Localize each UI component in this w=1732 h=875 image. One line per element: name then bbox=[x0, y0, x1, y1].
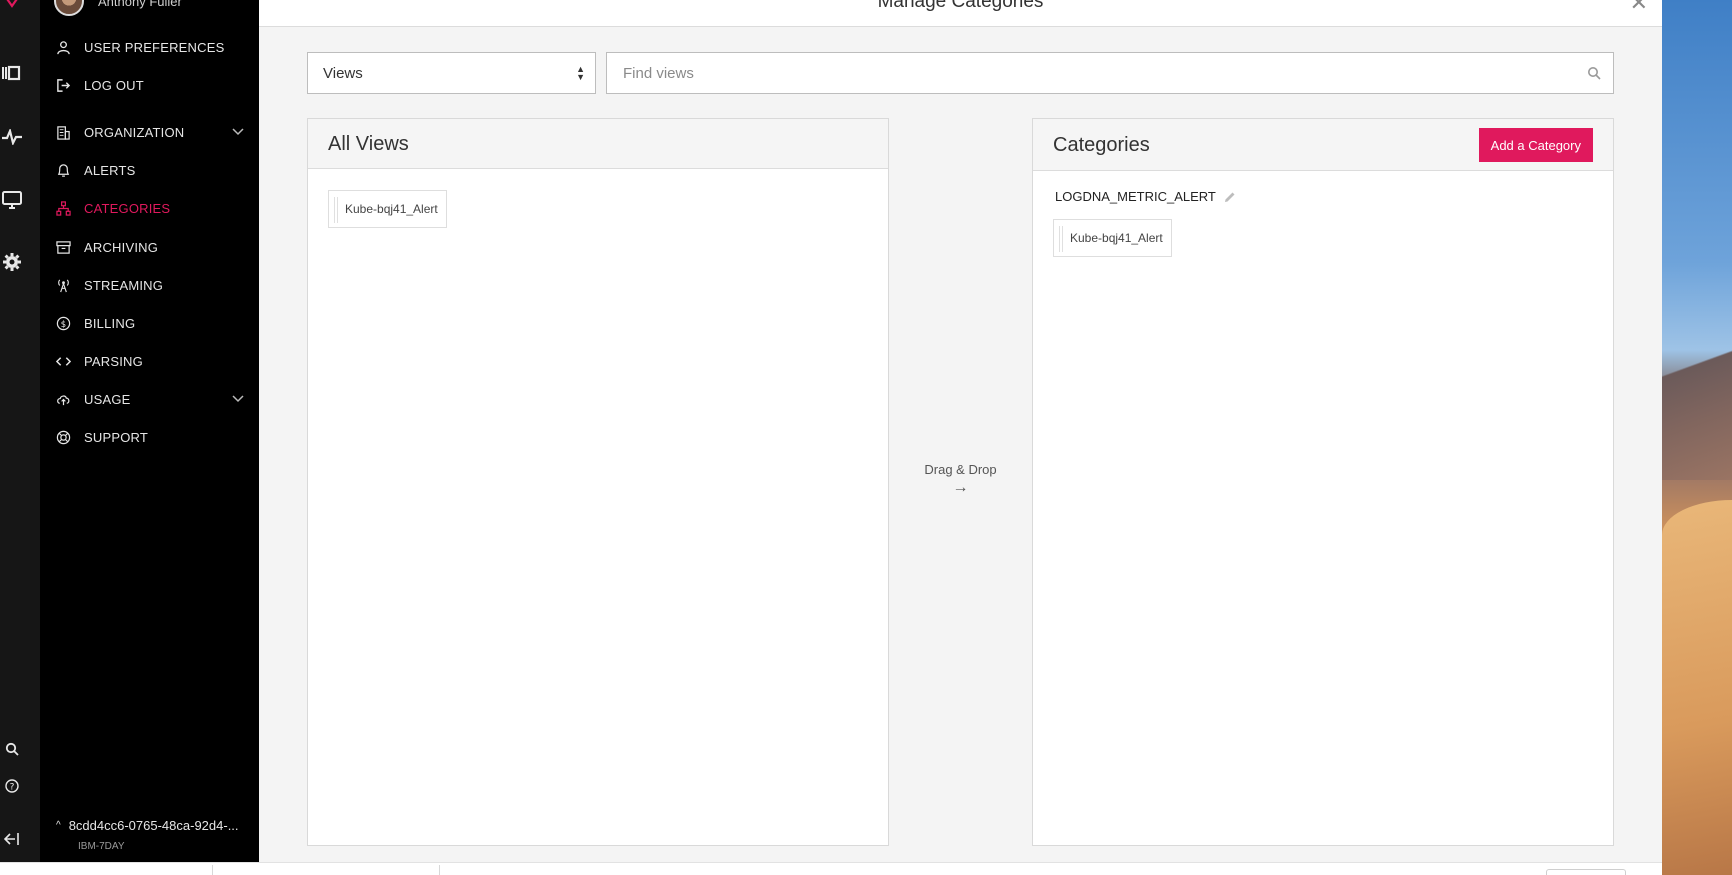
collapse-sidebar-icon[interactable] bbox=[0, 832, 24, 846]
menu-label: SUPPORT bbox=[84, 429, 149, 445]
menu-usage[interactable]: USAGE bbox=[54, 387, 244, 411]
drag-handle-icon[interactable] bbox=[1059, 226, 1063, 252]
find-views-search bbox=[606, 52, 1614, 94]
divider bbox=[212, 865, 213, 875]
drag-drop-label: Drag & Drop bbox=[924, 462, 997, 477]
search-input[interactable] bbox=[623, 64, 1583, 82]
category-name-label: LOGDNA_METRIC_ALERT bbox=[1055, 189, 1216, 204]
app-icon-rail: ? bbox=[0, 0, 40, 862]
menu-label: ARCHIVING bbox=[84, 239, 159, 255]
user-name: Anthony Fuller bbox=[98, 0, 182, 9]
hierarchy-icon bbox=[54, 200, 72, 216]
menu-archiving[interactable]: ARCHIVING bbox=[54, 235, 244, 259]
desktop-wallpaper bbox=[1662, 0, 1732, 875]
pencil-icon[interactable] bbox=[1224, 191, 1236, 203]
search-icon[interactable] bbox=[0, 742, 24, 756]
all-views-panel: All Views Kube-bqj41_Alert bbox=[307, 118, 889, 846]
activity-icon[interactable] bbox=[0, 129, 24, 145]
cloud-upload-icon bbox=[54, 391, 72, 407]
all-views-header: All Views bbox=[308, 119, 888, 169]
menu-user-preferences[interactable]: USER PREFERENCES bbox=[54, 35, 244, 59]
all-views-title: All Views bbox=[328, 133, 409, 155]
divider bbox=[439, 865, 440, 875]
antenna-icon bbox=[54, 277, 72, 293]
view-chip-label: Kube-bqj41_Alert bbox=[345, 202, 438, 216]
menu-billing[interactable]: $ BILLING bbox=[54, 311, 244, 335]
bell-icon bbox=[54, 162, 72, 178]
view-chip[interactable]: Kube-bqj41_Alert bbox=[328, 190, 447, 228]
drag-handle-icon[interactable] bbox=[334, 197, 338, 223]
dashboards-icon[interactable] bbox=[0, 65, 24, 81]
workspace-plan: IBM-7DAY bbox=[78, 841, 125, 852]
drag-drop-hint: Drag & Drop → bbox=[889, 462, 1032, 497]
wallpaper-dune bbox=[1662, 500, 1732, 875]
logo-icon[interactable] bbox=[0, 0, 24, 10]
menu-streaming[interactable]: STREAMING bbox=[54, 273, 244, 297]
categories-header: Categories Add a Category bbox=[1033, 119, 1613, 171]
menu-label: ALERTS bbox=[84, 162, 136, 178]
view-type-select-value: Views bbox=[323, 64, 363, 82]
wallpaper-mountain bbox=[1662, 320, 1732, 480]
menu-label: PARSING bbox=[84, 353, 143, 369]
select-arrows-icon: ▲ ▼ bbox=[576, 64, 585, 82]
archive-icon bbox=[54, 239, 72, 255]
monitor-icon[interactable] bbox=[0, 191, 24, 209]
categories-panel: Categories Add a Category LOGDNA_METRIC_… bbox=[1032, 118, 1614, 846]
category-group-name: LOGDNA_METRIC_ALERT bbox=[1055, 189, 1236, 204]
workspace-id-label: 8cdd4cc6-0765-48ca-92d4-... bbox=[68, 818, 239, 833]
user-icon bbox=[54, 39, 72, 55]
menu-label: STREAMING bbox=[84, 277, 164, 293]
help-icon[interactable]: ? bbox=[0, 779, 24, 793]
view-chip-label: Kube-bqj41_Alert bbox=[1070, 231, 1163, 245]
menu-alerts[interactable]: ALERTS bbox=[54, 158, 244, 182]
manage-categories-modal: Manage Categories ✕ Views ▲▼ All Views K… bbox=[259, 0, 1662, 862]
menu-label: CATEGORIES bbox=[84, 200, 171, 216]
menu-support[interactable]: SUPPORT bbox=[54, 425, 244, 449]
category-view-chip[interactable]: Kube-bqj41_Alert bbox=[1053, 219, 1172, 257]
menu-organization[interactable]: ORGANIZATION bbox=[54, 120, 244, 144]
menu-label: USER PREFERENCES bbox=[84, 39, 225, 55]
menu-label: LOG OUT bbox=[84, 77, 144, 93]
avatar[interactable] bbox=[54, 0, 84, 16]
menu-categories[interactable]: CATEGORIES bbox=[54, 196, 244, 220]
chevron-down-icon[interactable] bbox=[232, 391, 244, 406]
menu-label: ORGANIZATION bbox=[84, 124, 185, 140]
dollar-icon: $ bbox=[54, 315, 72, 331]
lifebuoy-icon bbox=[54, 429, 72, 445]
view-type-select[interactable]: Views ▲ ▼ bbox=[307, 52, 596, 94]
categories-title: Categories bbox=[1053, 134, 1150, 156]
chevron-down-icon[interactable] bbox=[232, 124, 244, 139]
menu-log-out[interactable]: LOG OUT bbox=[54, 73, 244, 97]
add-category-button[interactable]: Add a Category bbox=[1478, 128, 1593, 162]
svg-text:$: $ bbox=[60, 318, 66, 328]
svg-text:?: ? bbox=[10, 783, 15, 793]
building-icon bbox=[54, 124, 72, 140]
settings-gear-icon[interactable] bbox=[0, 252, 24, 272]
close-icon[interactable]: ✕ bbox=[1630, 0, 1648, 16]
modal-title: Manage Categories bbox=[877, 0, 1044, 12]
menu-parsing[interactable]: PARSING bbox=[54, 349, 244, 373]
workspace-switcher[interactable]: ^ 8cdd4cc6-0765-48ca-92d4-... bbox=[56, 818, 239, 833]
bottom-bar bbox=[0, 862, 1662, 875]
menu-label: BILLING bbox=[84, 315, 136, 331]
logout-icon bbox=[54, 77, 72, 93]
chevron-up-icon: ^ bbox=[56, 820, 61, 831]
code-icon bbox=[54, 353, 72, 369]
footer-button[interactable] bbox=[1546, 869, 1626, 875]
menu-label: USAGE bbox=[84, 391, 131, 407]
search-icon[interactable] bbox=[1587, 66, 1601, 85]
settings-sidebar: Anthony Fuller USER PREFERENCES LOG OUT … bbox=[40, 0, 259, 862]
arrow-right-icon: → bbox=[952, 479, 969, 496]
modal-header: Manage Categories ✕ bbox=[259, 0, 1662, 27]
